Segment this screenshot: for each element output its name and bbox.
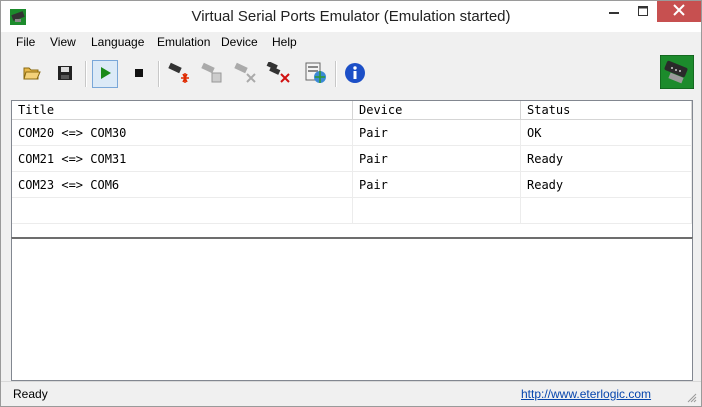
save-button[interactable] bbox=[52, 60, 78, 88]
create-device-button[interactable] bbox=[166, 60, 192, 88]
cell-status: Ready bbox=[521, 146, 692, 172]
edit-device-icon bbox=[200, 62, 224, 87]
table-row-empty[interactable] bbox=[12, 198, 692, 224]
cell-device: Pair bbox=[353, 120, 521, 146]
status-bar: Ready http://www.eterlogic.com bbox=[1, 381, 701, 406]
maximize-button[interactable] bbox=[629, 1, 657, 23]
delete-all-icon bbox=[266, 60, 292, 87]
table-row[interactable]: COM21 <=> COM31 Pair Ready bbox=[12, 146, 692, 172]
open-button[interactable] bbox=[19, 60, 45, 88]
toolbar-separator bbox=[158, 61, 160, 87]
cell-status: OK bbox=[521, 120, 692, 146]
menu-emulation[interactable]: Emulation bbox=[157, 35, 210, 49]
resize-grip-icon[interactable] bbox=[685, 391, 697, 403]
minimize-icon bbox=[609, 5, 619, 19]
delete-all-devices-button[interactable] bbox=[266, 60, 292, 88]
maximize-icon bbox=[638, 5, 648, 19]
edit-device-button[interactable] bbox=[199, 60, 225, 88]
toolbar bbox=[1, 53, 701, 95]
port-pairs-list[interactable]: Title Device Status COM20 <=> COM30 Pair… bbox=[11, 100, 693, 238]
play-icon bbox=[98, 66, 112, 83]
column-header-title[interactable]: Title bbox=[12, 101, 353, 119]
toolbar-separator bbox=[85, 61, 87, 87]
column-header-status[interactable]: Status bbox=[521, 101, 692, 119]
cell-status: Ready bbox=[521, 172, 692, 198]
cell-title bbox=[12, 198, 353, 224]
info-icon bbox=[344, 62, 366, 87]
table-row[interactable]: COM23 <=> COM6 Pair Ready bbox=[12, 172, 692, 198]
close-icon bbox=[673, 4, 685, 19]
cell-title: COM23 <=> COM6 bbox=[12, 172, 353, 198]
cell-device: Pair bbox=[353, 146, 521, 172]
menu-language[interactable]: Language bbox=[91, 35, 144, 49]
cell-status bbox=[521, 198, 692, 224]
close-button[interactable] bbox=[657, 1, 701, 22]
serial-cable-logo-icon bbox=[659, 54, 695, 90]
device-info-button[interactable] bbox=[303, 60, 329, 88]
delete-device-icon bbox=[233, 62, 257, 87]
cell-device: Pair bbox=[353, 172, 521, 198]
stop-emulation-button[interactable] bbox=[126, 60, 152, 88]
toolbar-separator bbox=[335, 61, 337, 87]
about-button[interactable] bbox=[342, 60, 368, 88]
web-device-icon bbox=[304, 62, 328, 87]
start-emulation-button[interactable] bbox=[92, 60, 118, 88]
cell-device bbox=[353, 198, 521, 224]
cell-title: COM21 <=> COM31 bbox=[12, 146, 353, 172]
delete-device-button[interactable] bbox=[232, 60, 258, 88]
status-text: Ready bbox=[13, 387, 48, 401]
menu-view[interactable]: View bbox=[50, 35, 76, 49]
menu-bar: File View Language Emulation Device Help bbox=[1, 32, 701, 52]
menu-help[interactable]: Help bbox=[272, 35, 297, 49]
table-row[interactable]: COM20 <=> COM30 Pair OK bbox=[12, 120, 692, 146]
floppy-disk-icon bbox=[57, 65, 73, 84]
new-device-icon bbox=[167, 62, 191, 87]
stop-icon bbox=[134, 67, 144, 81]
menu-device[interactable]: Device bbox=[221, 35, 258, 49]
menu-file[interactable]: File bbox=[16, 35, 35, 49]
website-link[interactable]: http://www.eterlogic.com bbox=[521, 387, 651, 401]
log-panel[interactable] bbox=[11, 237, 693, 381]
list-header: Title Device Status bbox=[12, 101, 692, 120]
minimize-button[interactable] bbox=[599, 1, 629, 23]
window-title: Virtual Serial Ports Emulator (Emulation… bbox=[191, 8, 511, 25]
column-header-device[interactable]: Device bbox=[353, 101, 521, 119]
cell-title: COM20 <=> COM30 bbox=[12, 120, 353, 146]
title-bar[interactable]: Virtual Serial Ports Emulator (Emulation… bbox=[1, 1, 701, 32]
open-folder-icon bbox=[23, 65, 41, 84]
application-window: Virtual Serial Ports Emulator (Emulation… bbox=[0, 0, 702, 407]
